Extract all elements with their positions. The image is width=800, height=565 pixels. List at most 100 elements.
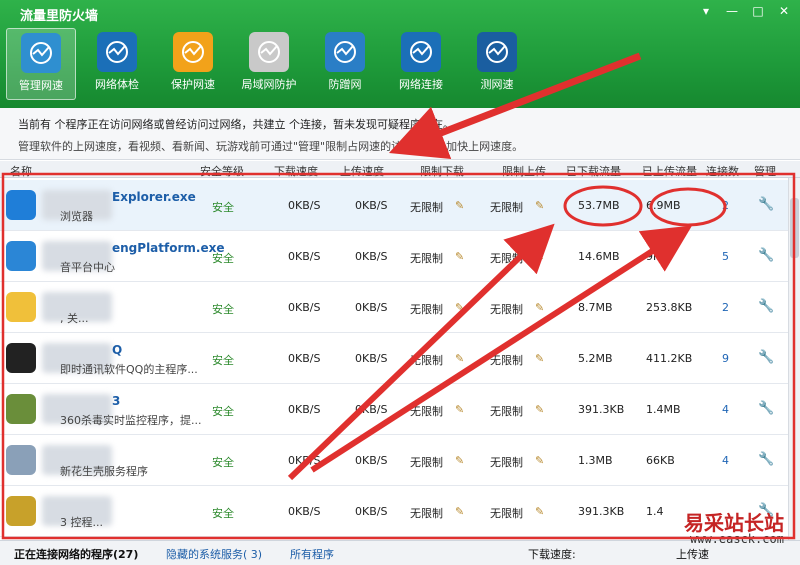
limit-upload[interactable]: 无限制 [490,301,523,317]
limit-upload[interactable]: 无限制 [490,250,523,266]
upload-speed: 0KB/S [355,403,388,416]
edit-upload-limit-icon[interactable]: ✎ [535,199,547,212]
toolbar-button-2[interactable]: 保护网速 [158,28,228,100]
connection-count[interactable]: 9 [722,352,729,365]
manage-wrench-icon[interactable]: 🔧 [758,350,774,366]
info-line-2: 管理软件的上网速度，看视频、看新闻、玩游戏前可通过"管理"限制占网速的访问网络，… [18,140,524,153]
toolbar-button-3[interactable]: 局域网防护 [234,28,304,100]
edit-download-limit-icon[interactable]: ✎ [455,199,467,212]
program-description: 360杀毒实时监控程序，提... [60,414,202,427]
manage-wrench-icon[interactable]: 🔧 [758,299,774,315]
edit-upload-limit-icon[interactable]: ✎ [535,301,547,314]
col-safety[interactable]: 安全等级 [200,163,244,179]
connection-count[interactable]: 2 [722,301,729,314]
col-connections[interactable]: 连接数 [706,163,739,179]
close-icon[interactable]: ✕ [774,2,794,20]
uploaded-traffic: 9MB [646,250,671,263]
edit-download-limit-icon[interactable]: ✎ [455,505,467,518]
maximize-icon[interactable]: □ [748,2,768,20]
table-row[interactable]: Explorer.exe 浏览器 安全 0KB/S 0KB/S 无限制 无限制 53.7MB 6… [0,180,788,231]
col-downloaded[interactable]: 已下载流量 [566,163,621,179]
program-description: 音平台中心 [60,261,115,274]
edit-download-limit-icon[interactable]: ✎ [455,301,467,314]
limit-download[interactable]: 无限制 [410,352,443,368]
toolbar-button-5[interactable]: 网络连接 [386,28,456,100]
connection-count[interactable]: 4 [722,403,729,416]
col-up-speed[interactable]: 上传速度 [340,163,384,179]
limit-upload[interactable]: 无限制 [490,505,523,521]
table-row[interactable]: 3 控程... 安全 0KB/S 0KB/S 无限制 无限制 391.3KB 1.4 ✎ ✎ 🔧 [0,486,788,537]
edit-download-limit-icon[interactable]: ✎ [455,454,467,467]
limit-download[interactable]: 无限制 [410,250,443,266]
lightning-shield-icon [173,32,213,72]
table-row[interactable]: 3 360杀毒实时监控程序，提... 安全 0KB/S 0KB/S 无限制 无限制 391.3… [0,384,788,435]
tab-hidden-services[interactable]: 隐藏的系统服务( 3) [166,546,262,562]
uploaded-traffic: 411.2KB [646,352,693,365]
limit-download[interactable]: 无限制 [410,301,443,317]
table-row[interactable]: 新花生壳服务程序 安全 0KB/S 0KB/S 无限制 无限制 1.3MB 66KB 4 ✎ ✎ 🔧 [0,435,788,486]
limit-upload[interactable]: 无限制 [490,403,523,419]
tab-all-programs[interactable]: 所有程序 [290,546,334,562]
antivirus-icon [6,394,36,424]
scrollbar[interactable] [788,178,800,540]
manage-wrench-icon[interactable]: 🔧 [758,197,774,213]
edit-upload-limit-icon[interactable]: ✎ [535,250,547,263]
toolbar-button-4[interactable]: 防蹭网 [310,28,380,100]
info-line-1: 当前有 个程序正在访问网络或曾经访问过网络，共建立 个连接，暂未发现可疑程序存在… [18,118,454,131]
limit-download[interactable]: 无限制 [410,454,443,470]
download-speed: 0KB/S [288,403,321,416]
limit-upload[interactable]: 无限制 [490,352,523,368]
edit-upload-limit-icon[interactable]: ✎ [535,352,547,365]
manage-wrench-icon[interactable]: 🔧 [758,248,774,264]
program-description: 即时通讯软件QQ的主程序... [60,363,198,376]
download-speed: 0KB/S [288,352,321,365]
table-row[interactable]: Q 即时通讯软件QQ的主程序... 安全 0KB/S 0KB/S 无限制 无限制 5.2MB 4… [0,333,788,384]
edit-upload-limit-icon[interactable]: ✎ [535,454,547,467]
uploaded-traffic: 66KB [646,454,675,467]
program-name: Explorer.exe [112,190,196,204]
limit-upload[interactable]: 无限制 [490,454,523,470]
limit-download[interactable]: 无限制 [410,199,443,215]
limit-download[interactable]: 无限制 [410,403,443,419]
col-down-speed[interactable]: 下载速度 [274,163,318,179]
program-description: 浏览器 [60,210,93,223]
edit-upload-limit-icon[interactable]: ✎ [535,505,547,518]
upload-speed: 0KB/S [355,454,388,467]
downloaded-traffic: 391.3KB [578,505,625,518]
col-limit-up[interactable]: 限制上传 [502,163,546,179]
table-row[interactable]: , 关... 安全 0KB/S 0KB/S 无限制 无限制 8.7MB 253.8KB 2 ✎ ✎ 🔧 [0,282,788,333]
status-info: 当前有 个程序正在访问网络或曾经访问过网络，共建立 个连接，暂未发现可疑程序存在… [0,108,800,160]
connection-count[interactable]: 5 [722,250,729,263]
connection-count[interactable]: 4 [722,454,729,467]
col-manage[interactable]: 管理 [754,163,776,179]
col-uploaded[interactable]: 已上传流量 [642,163,697,179]
scroll-thumb[interactable] [790,198,799,258]
menu-dropdown-icon[interactable]: ▾ [696,2,716,20]
download-speed: 0KB/S [288,250,321,263]
manage-wrench-icon[interactable]: 🔧 [758,452,774,468]
col-name[interactable]: 名称 [10,163,32,179]
manage-wrench-icon[interactable]: 🔧 [758,401,774,417]
minimize-icon[interactable]: — [722,2,742,20]
monitor-chart-icon [21,33,61,73]
limit-download[interactable]: 无限制 [410,505,443,521]
edit-download-limit-icon[interactable]: ✎ [455,352,467,365]
downloaded-traffic: 5.2MB [578,352,613,365]
toolbar-button-1[interactable]: 网络体检 [82,28,152,100]
safety-level: 安全 [212,354,234,367]
toolbar-button-0[interactable]: 管理网速 [6,28,76,100]
edit-upload-limit-icon[interactable]: ✎ [535,403,547,416]
edit-download-limit-icon[interactable]: ✎ [455,403,467,416]
connection-count[interactable]: 2 [722,199,729,212]
upload-speed: 0KB/S [355,505,388,518]
limit-upload[interactable]: 无限制 [490,199,523,215]
app-title: 流量里防火墙 [20,9,99,24]
edit-download-limit-icon[interactable]: ✎ [455,250,467,263]
table-row[interactable]: engPlatform.exe 音平台中心 安全 0KB/S 0KB/S 无限制 无限制 14… [0,231,788,282]
upload-speed: 0KB/S [355,301,388,314]
tab-connected-programs[interactable]: 正在连接网络的程序(27) [14,546,138,562]
safety-level: 安全 [212,405,234,418]
col-limit-down[interactable]: 限制下载 [420,163,464,179]
toolbar-label: 保护网速 [171,78,215,91]
toolbar-button-6[interactable]: 测网速 [462,28,532,100]
